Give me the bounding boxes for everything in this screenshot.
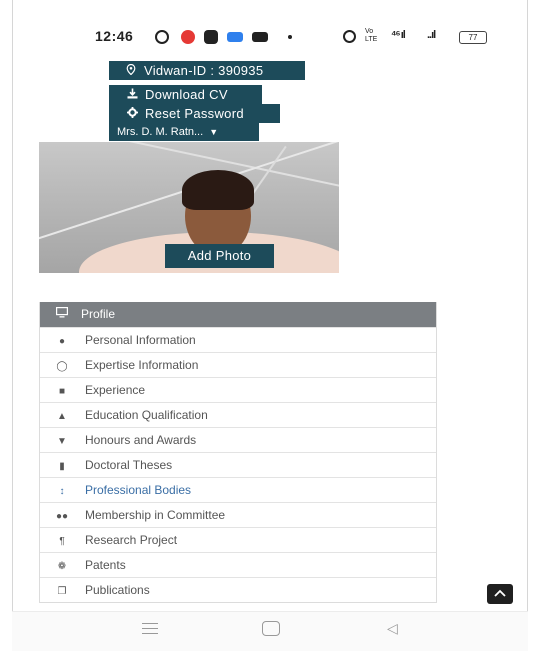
sort-icon: ↕ — [59, 486, 65, 497]
menu-item-label: Professional Bodies — [85, 483, 192, 497]
menu-item-label: Education Qualification — [85, 408, 208, 422]
photo-person-hair — [182, 170, 254, 210]
menu-item-research-project[interactable]: ¶ Research Project — [40, 527, 436, 552]
lightbulb-icon: ◯ — [56, 361, 68, 372]
gears-icon: ❁ — [57, 561, 67, 572]
menu-item-honours-and-awards[interactable]: ▼ Honours and Awards — [40, 427, 436, 452]
recent-apps-icon[interactable] — [142, 623, 158, 635]
app-notification-icon — [204, 30, 218, 44]
menu-item-label: Honours and Awards — [85, 433, 197, 447]
status-time: 12:46 — [95, 28, 134, 44]
add-photo-button[interactable]: Add Photo — [165, 244, 274, 268]
desktop-icon — [55, 303, 69, 328]
vidwan-id-text: Vidwan-ID : 390935 — [144, 63, 264, 78]
menu-item-label: Publications — [85, 583, 150, 597]
whatsapp-icon — [155, 30, 169, 44]
menu-item-label: Research Project — [85, 533, 178, 547]
menu-item-publications[interactable]: ❐ Publications — [40, 577, 436, 602]
menu-item-label: Experience — [85, 383, 146, 397]
menu-item-patents[interactable]: ❁ Patents — [40, 552, 436, 577]
more-notifications-dot-icon — [288, 35, 292, 39]
trophy-icon: ▼ — [57, 436, 67, 447]
menu-item-membership-in-committee[interactable]: ●● Membership in Committee — [40, 502, 436, 527]
person-icon: ● — [58, 336, 66, 347]
menu-item-experience[interactable]: ■ Experience — [40, 377, 436, 402]
reset-password-label: Reset Password — [145, 106, 244, 121]
user-dropdown[interactable]: Mrs. D. M. Ratn... ▼ — [109, 123, 259, 141]
menu-profile-header[interactable]: Profile — [40, 302, 436, 327]
copy-icon: ❐ — [57, 586, 67, 597]
menu-item-doctoral-theses[interactable]: ▮ Doctoral Theses — [40, 452, 436, 477]
paragraph-icon: ¶ — [59, 536, 65, 547]
menu-item-label: Patents — [85, 558, 126, 572]
menu-profile-label: Profile — [81, 307, 116, 321]
scroll-to-top-button[interactable] — [487, 584, 513, 604]
menu-item-professional-bodies[interactable]: ↕ Professional Bodies — [40, 477, 436, 502]
download-cv-button[interactable]: Download CV — [109, 85, 262, 104]
profile-menu: Profile ● Personal Information ◯ Expertise… — [39, 302, 437, 603]
map-marker-icon — [124, 63, 138, 82]
briefcase-icon: ■ — [58, 386, 66, 397]
menu-item-personal-information[interactable]: ● Personal Information — [40, 327, 436, 352]
reset-password-button[interactable]: Reset Password — [109, 104, 280, 123]
signal-strength-1: ⁴⁶ ıl — [391, 29, 406, 41]
download-cv-label: Download CV — [145, 87, 228, 102]
battery-indicator: 77 — [459, 31, 487, 44]
menu-item-education-qualification[interactable]: ▲ Education Qualification — [40, 402, 436, 427]
chevron-up-icon — [494, 588, 506, 600]
menu-item-expertise-information[interactable]: ◯ Expertise Information — [40, 352, 436, 377]
book-icon: ▮ — [59, 461, 65, 472]
group-icon: ●● — [55, 511, 69, 522]
menu-item-label: Membership in Committee — [85, 508, 226, 522]
youtube-icon — [252, 32, 268, 42]
volte-label: Vo LTE — [365, 28, 378, 43]
frame-left-border — [12, 0, 13, 651]
menu-item-label: Doctoral Theses — [85, 458, 173, 472]
graduation-cap-icon: ▲ — [57, 411, 67, 422]
signal-strength-2: ..ıl — [427, 29, 436, 41]
caret-down-icon: ▼ — [209, 127, 219, 137]
vidwan-id-badge: Vidwan-ID : 390935 — [109, 61, 305, 80]
back-icon[interactable]: ◁ — [387, 620, 398, 637]
home-icon[interactable] — [262, 621, 280, 636]
status-bar: 12:46 Vo LTE ⁴⁶ ıl ..ıl 77 — [95, 26, 495, 48]
messenger-icon — [227, 32, 243, 42]
alarm-icon — [343, 30, 356, 43]
notification-red-icon — [181, 30, 195, 44]
frame-right-border — [527, 0, 528, 651]
menu-item-label: Personal Information — [85, 333, 196, 347]
user-name: Mrs. D. M. Ratn... — [117, 126, 204, 138]
menu-item-label: Expertise Information — [85, 358, 199, 372]
